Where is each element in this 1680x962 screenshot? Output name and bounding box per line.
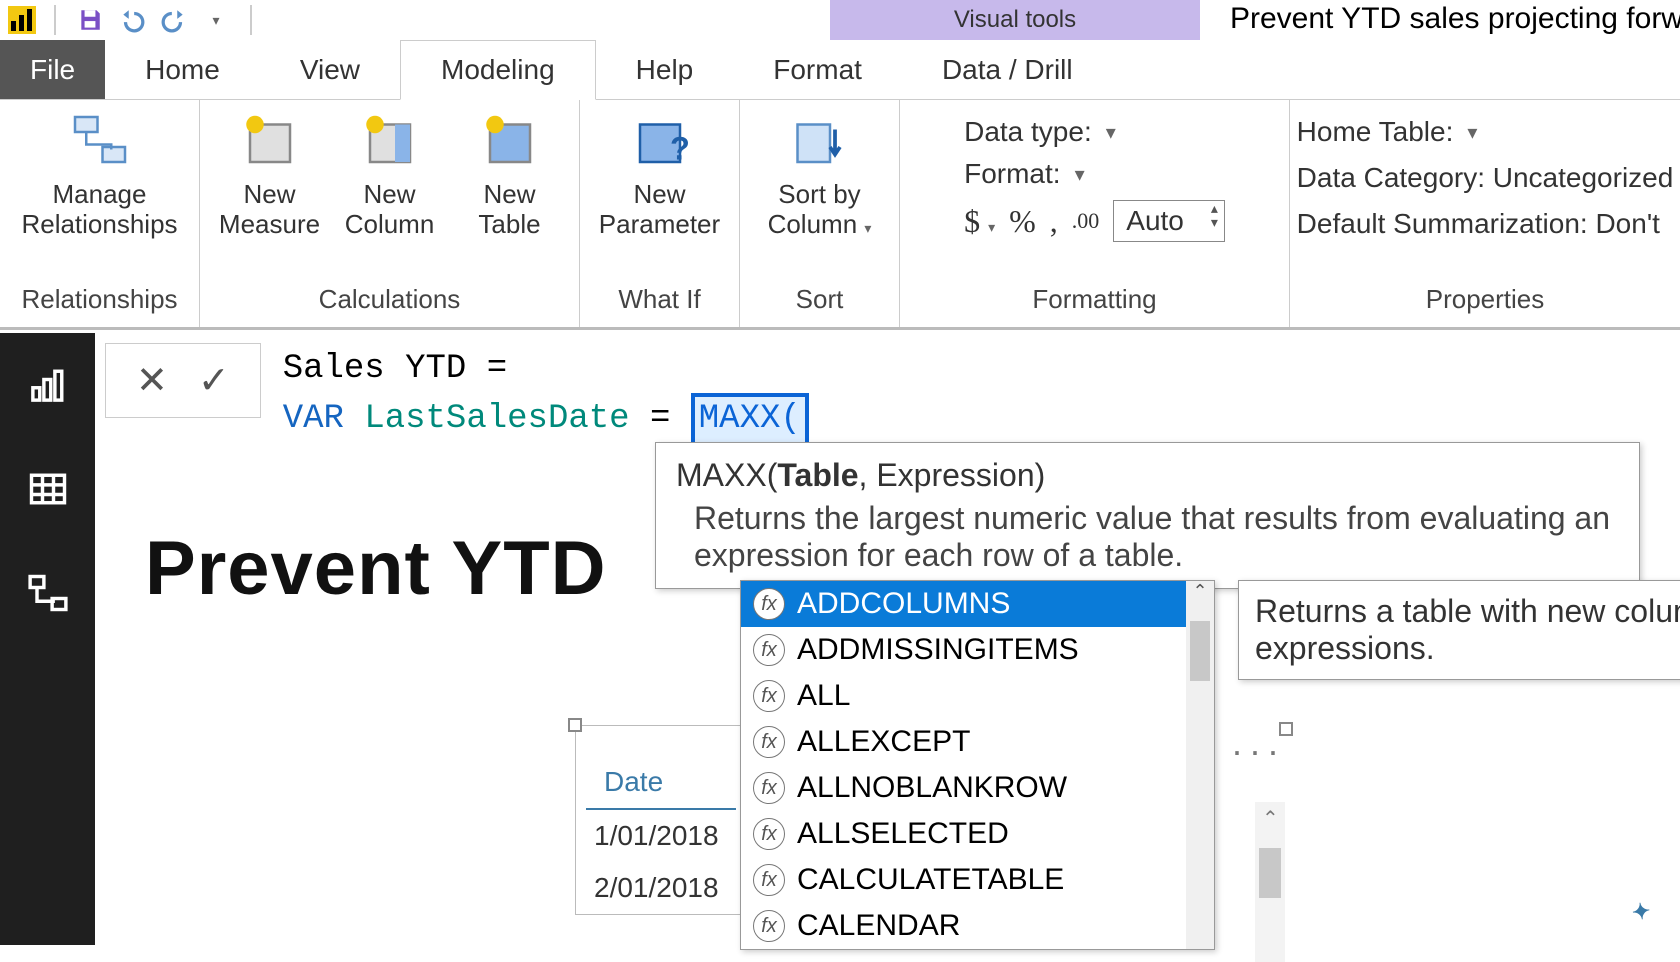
view-rail bbox=[0, 333, 95, 945]
fx-icon: fx bbox=[753, 634, 785, 666]
qat-separator bbox=[54, 5, 56, 35]
fx-icon: fx bbox=[753, 818, 785, 850]
tab-format[interactable]: Format bbox=[733, 40, 902, 99]
current-token-highlight: MAXX( bbox=[691, 393, 809, 447]
app-icon bbox=[8, 6, 36, 34]
intellisense-scrollbar[interactable]: ⌃ bbox=[1186, 581, 1214, 949]
report-title-text: Prevent YTD bbox=[145, 525, 607, 612]
data-view-button[interactable] bbox=[26, 467, 70, 516]
ribbon: Manage Relationships Relationships New M… bbox=[0, 100, 1680, 330]
ribbon-tabs: File Home View Modeling Help Format Data… bbox=[0, 40, 1680, 100]
fx-icon: fx bbox=[753, 910, 785, 942]
resize-handle[interactable] bbox=[1279, 722, 1293, 736]
manage-relationships-button[interactable]: Manage Relationships bbox=[12, 106, 187, 240]
group-label-properties: Properties bbox=[1426, 280, 1545, 323]
resize-handle[interactable] bbox=[568, 718, 582, 732]
save-button[interactable] bbox=[74, 4, 106, 36]
datatype-label: Data type: bbox=[964, 116, 1092, 148]
format-dropdown[interactable]: ▾ bbox=[1075, 162, 1085, 187]
contextual-tab-visual-tools[interactable]: Visual tools bbox=[830, 0, 1200, 40]
scroll-thumb[interactable] bbox=[1190, 621, 1210, 681]
svg-text:?: ? bbox=[670, 131, 690, 167]
new-measure-button[interactable]: New Measure bbox=[210, 106, 330, 240]
table-column-header[interactable]: Date bbox=[586, 726, 736, 810]
function-signature-tooltip: MAXX(Table, Expression) Returns the larg… bbox=[655, 442, 1640, 589]
new-table-icon bbox=[480, 112, 540, 172]
format-label: Format: bbox=[964, 158, 1060, 190]
slicer-scrollbar[interactable] bbox=[1255, 802, 1285, 962]
intellisense-item[interactable]: fxADDMISSINGITEMS bbox=[741, 627, 1214, 673]
tab-home[interactable]: Home bbox=[105, 40, 260, 99]
home-table-label[interactable]: Home Table: bbox=[1297, 116, 1454, 148]
qat-customize-button[interactable]: ▾ bbox=[200, 4, 232, 36]
intellisense-item[interactable]: fxALLSELECTED bbox=[741, 811, 1214, 857]
fx-icon: fx bbox=[753, 726, 785, 758]
new-parameter-icon: ? bbox=[630, 112, 690, 172]
decimals-spinner[interactable]: Auto bbox=[1113, 200, 1225, 242]
redo-button[interactable] bbox=[158, 4, 190, 36]
tab-file[interactable]: File bbox=[0, 40, 105, 99]
intellisense-item[interactable]: fxALL bbox=[741, 673, 1214, 719]
intellisense-item[interactable]: fxALLEXCEPT bbox=[741, 719, 1214, 765]
intellisense-description: Returns a table with new column expressi… bbox=[1238, 580, 1680, 680]
relationships-icon bbox=[70, 112, 130, 172]
visual-options-icon[interactable]: ··· bbox=[1225, 730, 1285, 772]
formula-cancel-button[interactable]: ✕ bbox=[136, 358, 168, 403]
intellisense-item[interactable]: fxCALCULATETABLE bbox=[741, 857, 1214, 903]
group-label-calculations: Calculations bbox=[319, 280, 461, 323]
group-label-formatting: Formatting bbox=[1032, 280, 1156, 323]
intellisense-item[interactable]: fxADDCOLUMNS bbox=[741, 581, 1214, 627]
report-view-button[interactable] bbox=[26, 363, 70, 412]
scroll-up-icon[interactable]: ⌃ bbox=[1186, 581, 1214, 609]
sort-icon bbox=[790, 112, 850, 172]
new-parameter-button[interactable]: ? New Parameter bbox=[580, 106, 740, 240]
datatype-dropdown[interactable]: ▾ bbox=[1106, 120, 1116, 145]
tab-modeling[interactable]: Modeling bbox=[400, 40, 596, 100]
group-label-sort: Sort bbox=[796, 280, 844, 323]
thousands-button[interactable]: , bbox=[1050, 203, 1058, 240]
fx-icon: fx bbox=[753, 680, 785, 712]
new-column-icon bbox=[360, 112, 420, 172]
intellisense-item[interactable]: fxALLNOBLANKROW bbox=[741, 765, 1214, 811]
fx-icon: fx bbox=[753, 588, 785, 620]
formula-editor[interactable]: Sales YTD = VAR LastSalesDate = MAXX( bbox=[273, 343, 1670, 451]
tab-view[interactable]: View bbox=[260, 40, 400, 99]
fx-icon: fx bbox=[753, 864, 785, 896]
decimals-icon: .00 bbox=[1072, 208, 1100, 234]
tab-data-drill[interactable]: Data / Drill bbox=[902, 40, 1113, 99]
default-summarization-label[interactable]: Default Summarization: Don't bbox=[1297, 208, 1674, 240]
percent-button[interactable]: % bbox=[1009, 203, 1036, 240]
model-view-button[interactable] bbox=[26, 571, 70, 620]
formula-commit-button[interactable]: ✓ bbox=[198, 358, 230, 403]
intellisense-item[interactable]: fxCALENDAR bbox=[741, 903, 1214, 949]
sort-by-column-button[interactable]: Sort by Column ▾ bbox=[740, 106, 900, 240]
group-label-relationships: Relationships bbox=[21, 280, 177, 323]
new-measure-icon bbox=[240, 112, 300, 172]
tab-help[interactable]: Help bbox=[596, 40, 734, 99]
intellisense-popup[interactable]: fxADDCOLUMNS fxADDMISSINGITEMS fxALL fxA… bbox=[740, 580, 1215, 950]
formula-bar-actions: ✕ ✓ bbox=[105, 343, 261, 418]
undo-button[interactable] bbox=[116, 4, 148, 36]
group-label-whatif: What If bbox=[618, 280, 700, 323]
slicer-visual[interactable]: ··· bbox=[1225, 730, 1285, 950]
currency-button[interactable]: $ ▾ bbox=[964, 203, 995, 240]
watermark-icon: ✦ bbox=[1630, 898, 1652, 926]
window-title: Prevent YTD sales projecting forwa bbox=[1230, 2, 1680, 36]
new-table-button[interactable]: New Table bbox=[450, 106, 570, 240]
new-column-button[interactable]: New Column bbox=[330, 106, 450, 240]
data-category-label[interactable]: Data Category: Uncategorized bbox=[1297, 162, 1674, 194]
fx-icon: fx bbox=[753, 772, 785, 804]
qat-separator bbox=[250, 5, 252, 35]
